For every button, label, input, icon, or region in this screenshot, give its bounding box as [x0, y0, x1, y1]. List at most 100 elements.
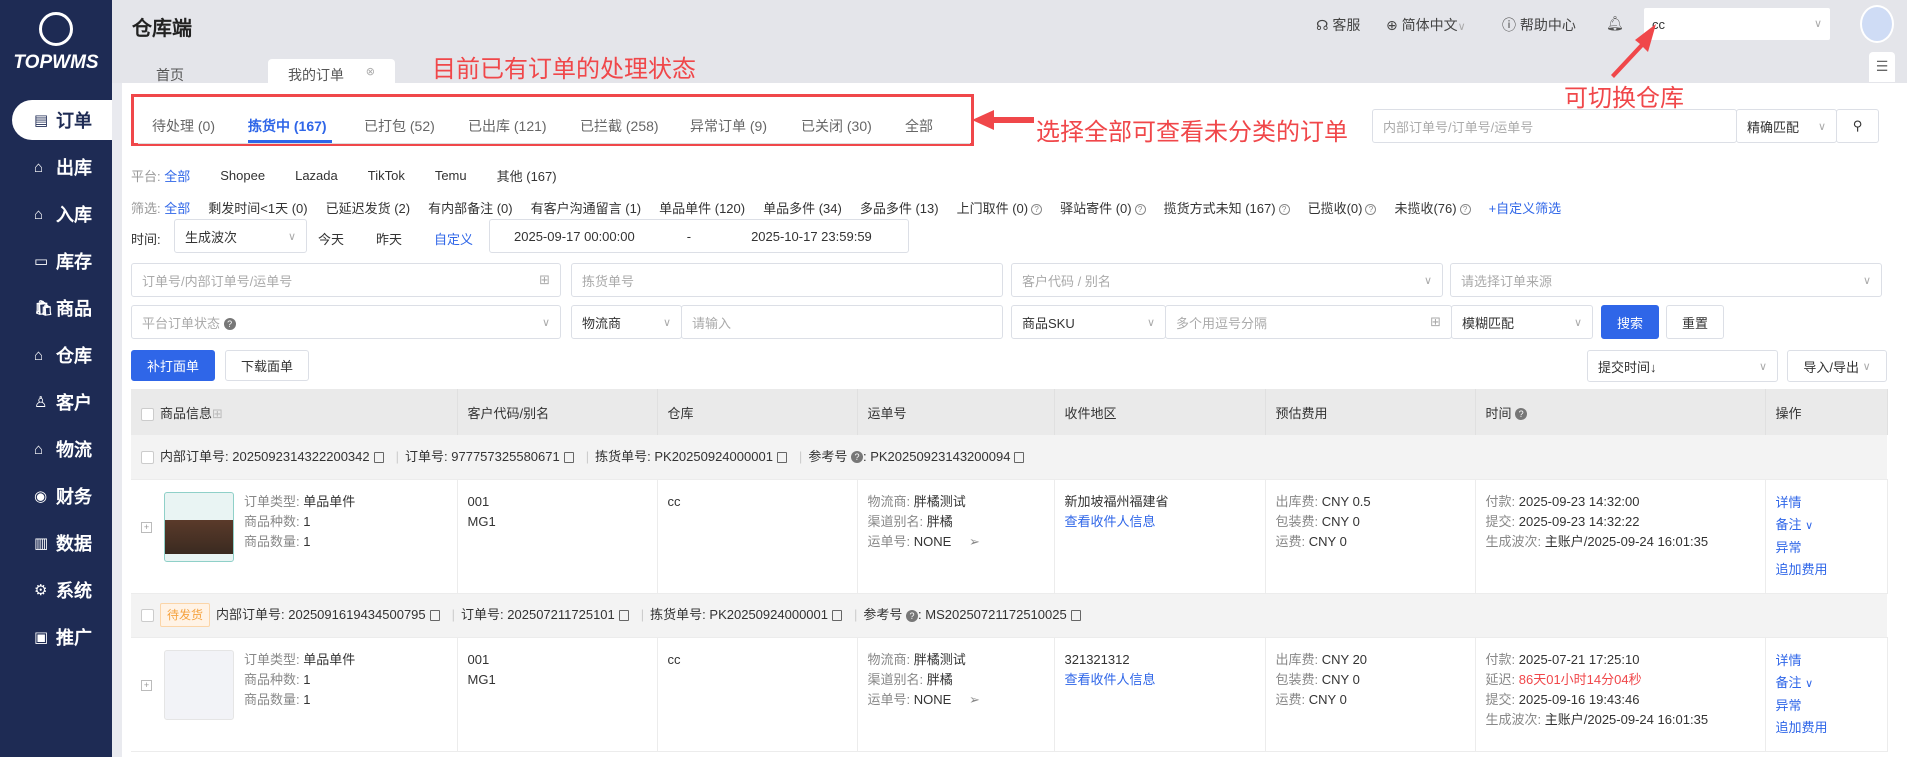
- row-checkbox[interactable]: [141, 450, 154, 464]
- avatar[interactable]: [1860, 5, 1894, 43]
- time-custom[interactable]: 自定义: [434, 229, 473, 248]
- send-icon[interactable]: ➢: [969, 534, 980, 549]
- close-icon[interactable]: ⊗: [366, 65, 375, 78]
- date-range-picker[interactable]: 2025-09-17 00:00:00-2025-10-17 23:59:59: [489, 219, 909, 253]
- remark-dropdown[interactable]: 备注 ∨: [1776, 672, 1877, 695]
- status-tab-pending[interactable]: 待处理 (0): [152, 116, 215, 136]
- match-mode-select[interactable]: 精确匹配 ∨: [1736, 109, 1837, 143]
- reset-button[interactable]: 重置: [1666, 305, 1724, 339]
- copy-icon[interactable]: [1070, 610, 1081, 622]
- sidebar-item-0[interactable]: ▤ 订单: [12, 100, 112, 140]
- carrier-select[interactable]: 物流商 ∨: [571, 305, 682, 339]
- copy-icon[interactable]: [831, 610, 842, 622]
- status-tab-intercepted[interactable]: 已拦截 (258): [580, 116, 659, 136]
- product-image[interactable]: [164, 491, 234, 562]
- sidebar-item-5[interactable]: ⌂ 仓库: [12, 335, 112, 375]
- sidebar-item-6[interactable]: ♙ 客户: [12, 382, 112, 422]
- platform-all[interactable]: 全部: [164, 169, 190, 184]
- pick-number-input[interactable]: 拣货单号: [571, 263, 1003, 297]
- quick-search-input[interactable]: 内部订单号/订单号/运单号: [1372, 109, 1737, 143]
- fuzzy-match-select[interactable]: 模糊匹配 ∨: [1451, 305, 1593, 339]
- customer-service-link[interactable]: ☊ 客服: [1316, 15, 1360, 35]
- status-tab-packed[interactable]: 已打包 (52): [364, 116, 435, 136]
- search-button[interactable]: 搜索: [1601, 305, 1659, 339]
- filter-item[interactable]: 单品单件 (120): [659, 198, 745, 217]
- platform-status-select[interactable]: 平台订单状态 ? ∨: [131, 305, 561, 339]
- status-tab-picking[interactable]: 拣货中 (167): [248, 116, 327, 136]
- platform-lazada[interactable]: Lazada: [295, 168, 338, 183]
- copy-icon[interactable]: [618, 610, 629, 622]
- customer-select[interactable]: 客户代码 / 别名 ∨: [1011, 263, 1443, 297]
- expand-icon[interactable]: +: [141, 521, 152, 533]
- expand-icon[interactable]: ⊞: [212, 406, 223, 421]
- copy-icon[interactable]: [1014, 451, 1025, 463]
- sidebar-item-2[interactable]: ⌂ 入库: [12, 194, 112, 234]
- filter-all[interactable]: 全部: [164, 201, 190, 216]
- filter-item[interactable]: 有内部备注 (0): [428, 198, 513, 217]
- custom-filter-link[interactable]: +自定义筛选: [1489, 198, 1562, 217]
- sidebar-item-3[interactable]: ▭ 库存: [12, 241, 112, 281]
- platform-temu[interactable]: Temu: [435, 168, 467, 183]
- time-yesterday[interactable]: 昨天: [376, 229, 402, 248]
- product-image[interactable]: [164, 649, 234, 720]
- status-tab-closed[interactable]: 已关闭 (30): [801, 116, 872, 136]
- sku-type-select[interactable]: 商品SKU ∨: [1011, 305, 1166, 339]
- filter-item[interactable]: 揽货方式未知 (167): [1164, 201, 1276, 216]
- filter-item[interactable]: 剩发时间<1天 (0): [208, 198, 307, 217]
- tab-my-orders[interactable]: 我的订单 ⊗: [268, 59, 395, 83]
- download-label-button[interactable]: 下载面单: [225, 350, 309, 381]
- import-export-button[interactable]: 导入/导出 ∨: [1787, 350, 1887, 382]
- sidebar-item-1[interactable]: ⌂ 出库: [12, 147, 112, 187]
- platform-tiktok[interactable]: TikTok: [368, 168, 405, 183]
- filter-item[interactable]: 已延迟发货 (2): [326, 198, 411, 217]
- sort-select[interactable]: 提交时间↓ ∨: [1587, 350, 1778, 382]
- batch-input-icon[interactable]: ⊞: [539, 272, 550, 288]
- expand-icon[interactable]: +: [141, 679, 152, 691]
- filter-item[interactable]: 上门取件 (0): [957, 201, 1029, 216]
- status-tab-exception[interactable]: 异常订单 (9): [690, 116, 767, 136]
- logo[interactable]: TOPWMS: [0, 12, 112, 74]
- status-tab-all[interactable]: 全部: [905, 116, 933, 136]
- sidebar-item-11[interactable]: ▣ 推广: [12, 617, 112, 657]
- platform-shopee[interactable]: Shopee: [220, 168, 265, 183]
- remark-dropdown[interactable]: 备注 ∨: [1776, 514, 1877, 537]
- platform-other[interactable]: 其他 (167): [497, 166, 557, 185]
- order-number-input[interactable]: 订单号/内部订单号/运单号 ⊞: [131, 263, 561, 297]
- sidebar-item-10[interactable]: ⚙︎ 系统: [12, 570, 112, 610]
- detail-link[interactable]: 详情: [1776, 492, 1877, 514]
- sidebar-item-9[interactable]: ▥ 数据: [12, 523, 112, 563]
- filter-item[interactable]: 未揽收(76): [1394, 201, 1456, 216]
- carrier-input[interactable]: 请输入: [681, 305, 1003, 339]
- sidebar-item-7[interactable]: ⌂ 物流: [12, 429, 112, 469]
- reprint-label-button[interactable]: 补打面单: [131, 350, 215, 381]
- warehouse-select[interactable]: cc ∨: [1644, 8, 1830, 40]
- exception-link[interactable]: 异常: [1776, 537, 1877, 559]
- search-icon[interactable]: ⚲: [1836, 109, 1879, 143]
- copy-icon[interactable]: [429, 610, 440, 622]
- add-fee-link[interactable]: 追加费用: [1776, 559, 1877, 581]
- copy-icon[interactable]: [776, 451, 787, 463]
- copy-icon[interactable]: [563, 451, 574, 463]
- menu-icon[interactable]: ☰: [1869, 52, 1895, 82]
- status-tab-shipped[interactable]: 已出库 (121): [468, 116, 547, 136]
- send-icon[interactable]: ➢: [969, 692, 980, 707]
- exception-link[interactable]: 异常: [1776, 695, 1877, 717]
- time-type-select[interactable]: 生成波次 ∨: [174, 219, 307, 253]
- filter-item[interactable]: 已揽收(0): [1308, 201, 1363, 216]
- language-select[interactable]: ⊕ 简体中文∨: [1386, 15, 1466, 35]
- select-all-checkbox[interactable]: [141, 407, 154, 421]
- detail-link[interactable]: 详情: [1776, 650, 1877, 672]
- row-checkbox[interactable]: [141, 609, 154, 623]
- tab-home[interactable]: 首页: [136, 59, 204, 83]
- filter-item[interactable]: 多品多件 (13): [860, 198, 939, 217]
- sidebar-item-8[interactable]: ◉ 财务: [12, 476, 112, 516]
- batch-input-icon[interactable]: ⊞: [1430, 314, 1441, 330]
- sku-input[interactable]: 多个用逗号分隔 ⊞: [1165, 305, 1452, 339]
- filter-item[interactable]: 驿站寄件 (0): [1060, 201, 1132, 216]
- copy-icon[interactable]: [373, 451, 384, 463]
- filter-item[interactable]: 有客户沟通留言 (1): [531, 198, 642, 217]
- sidebar-item-4[interactable]: 🛍︎ 商品: [12, 288, 112, 328]
- order-source-select[interactable]: 请选择订单来源 ∨: [1450, 263, 1882, 297]
- filter-item[interactable]: 单品多件 (34): [763, 198, 842, 217]
- help-center-link[interactable]: ⓘ 帮助中心: [1502, 15, 1576, 35]
